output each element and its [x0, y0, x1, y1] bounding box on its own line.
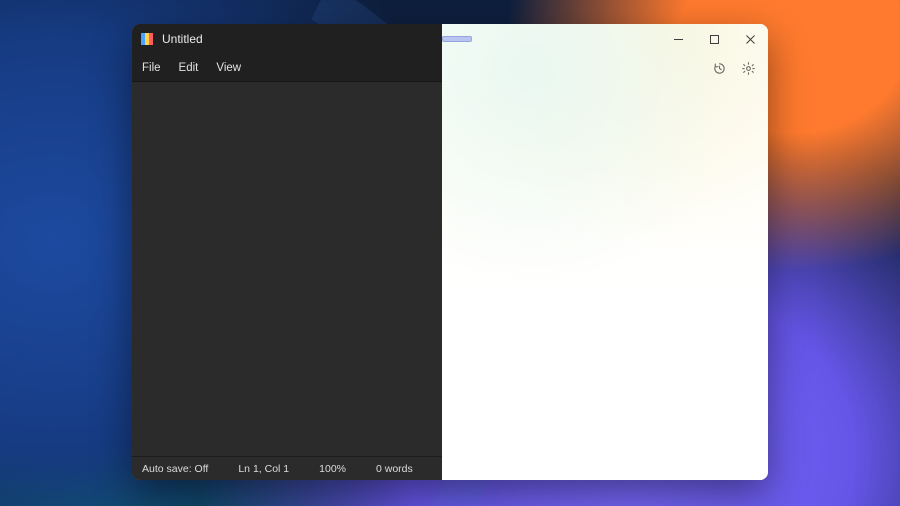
settings-button[interactable] — [741, 61, 756, 76]
maximize-button[interactable] — [696, 25, 732, 53]
status-cursor-position[interactable]: Ln 1, Col 1 — [238, 463, 289, 475]
status-bar: Auto save: Off Ln 1, Col 1 100% 0 words — [132, 456, 442, 480]
window-controls — [660, 25, 768, 53]
maximize-icon — [709, 34, 720, 45]
minimize-icon — [673, 34, 684, 45]
preview-status-pad — [442, 456, 768, 480]
minimize-button[interactable] — [660, 25, 696, 53]
menu-file[interactable]: File — [142, 62, 161, 74]
split-drag-handle[interactable] — [442, 36, 472, 42]
close-button[interactable] — [732, 25, 768, 53]
text-editor-area[interactable] — [132, 82, 442, 456]
titlebar-left[interactable]: Untitled — [132, 24, 442, 54]
close-icon — [745, 34, 756, 45]
preview-pane — [442, 24, 768, 480]
preview-toolbar — [442, 54, 768, 82]
menu-view[interactable]: View — [216, 62, 241, 74]
menu-bar: File Edit View — [132, 54, 442, 82]
status-word-count[interactable]: 0 words — [376, 463, 413, 475]
menu-edit[interactable]: Edit — [179, 62, 199, 74]
app-window: Untitled File Edit View Auto save: Off L… — [132, 24, 768, 480]
history-button[interactable] — [712, 61, 727, 76]
window-title: Untitled — [162, 32, 203, 46]
status-zoom[interactable]: 100% — [319, 463, 346, 475]
app-icon — [140, 32, 154, 46]
status-autosave[interactable]: Auto save: Off — [142, 463, 208, 475]
titlebar-right[interactable] — [442, 24, 768, 54]
preview-area[interactable] — [442, 82, 768, 456]
editor-pane: Untitled File Edit View Auto save: Off L… — [132, 24, 442, 480]
gear-icon — [741, 61, 756, 76]
history-icon — [712, 61, 727, 76]
